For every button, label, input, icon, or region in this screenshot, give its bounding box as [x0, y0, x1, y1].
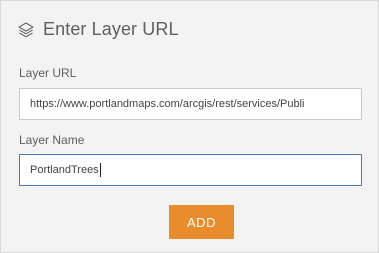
dialog-title: Enter Layer URL — [43, 19, 179, 39]
layer-url-input[interactable]: https://www.portlandmaps.com/arcgis/rest… — [19, 88, 362, 120]
layer-url-label: Layer URL — [19, 66, 77, 80]
layer-name-value: PortlandTrees — [30, 164, 99, 176]
dialog-header: Enter Layer URL — [17, 19, 179, 40]
text-caret — [99, 163, 101, 177]
layer-url-value: https://www.portlandmaps.com/arcgis/rest… — [30, 98, 305, 110]
add-button[interactable]: ADD — [169, 205, 234, 239]
enter-layer-url-panel: Enter Layer URL Layer URL https://www.po… — [0, 0, 379, 253]
layer-name-label: Layer Name — [19, 133, 85, 147]
layer-name-input[interactable]: PortlandTrees — [19, 154, 362, 186]
layers-icon — [17, 21, 35, 39]
